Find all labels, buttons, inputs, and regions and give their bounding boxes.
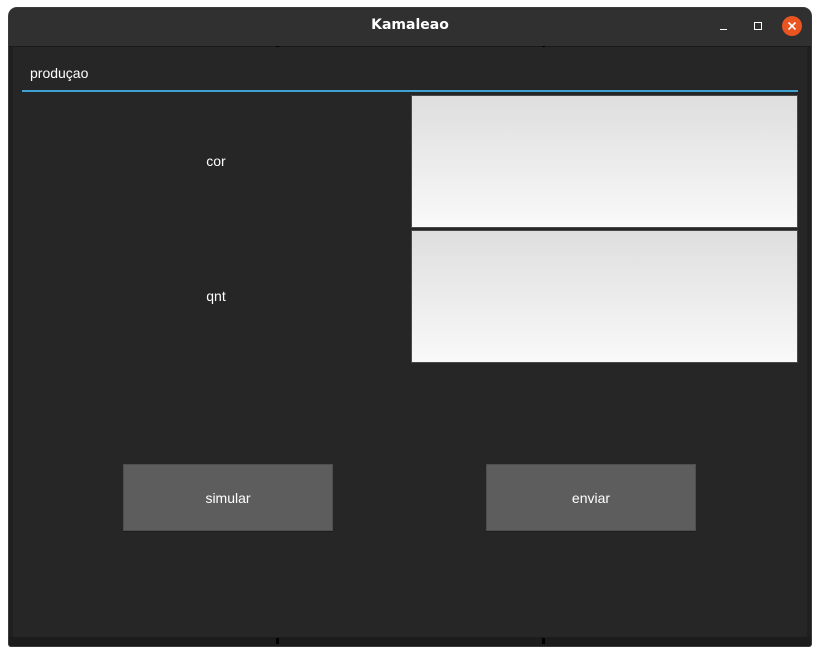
section-title: produçao	[30, 65, 89, 81]
qnt-label: qnt	[206, 288, 226, 304]
cor-display[interactable]	[411, 95, 798, 228]
enviar-button[interactable]: enviar	[486, 464, 696, 531]
section-underline	[22, 90, 798, 92]
cor-label: cor	[206, 153, 226, 169]
main-content: produçao cor qnt simular enviar	[13, 47, 807, 637]
simular-button[interactable]: simular	[123, 464, 333, 531]
window-title: Kamaleao	[371, 17, 449, 33]
frame-divider	[276, 638, 279, 644]
maximize-icon[interactable]	[748, 16, 768, 36]
app-window: Kamaleao produçao cor qnt simular enviar	[9, 8, 811, 646]
frame-divider	[542, 638, 545, 644]
title-bar[interactable]: Kamaleao	[9, 8, 811, 47]
close-icon[interactable]	[782, 16, 802, 36]
minimize-icon[interactable]	[713, 16, 733, 36]
qnt-display[interactable]	[411, 230, 798, 363]
bottom-frame	[9, 637, 811, 646]
